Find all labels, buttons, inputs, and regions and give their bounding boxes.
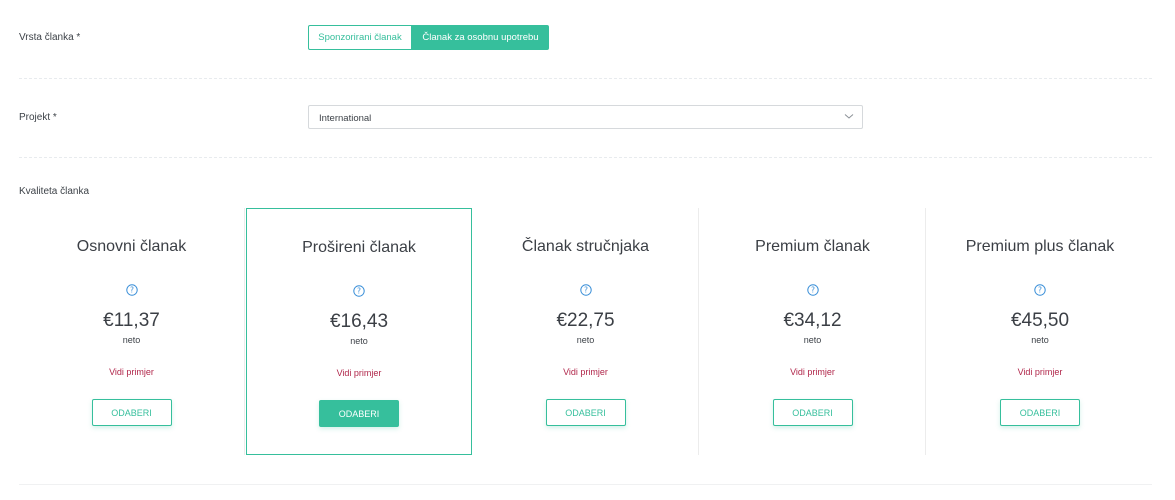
project-label: Projekt *	[19, 112, 57, 123]
help-icon[interactable]: ?	[1034, 284, 1046, 296]
divider	[19, 78, 1152, 79]
article-type-label: Vrsta članka *	[19, 32, 81, 43]
card-title: Premium plus članak	[965, 238, 1115, 255]
select-button[interactable]: ODABERI	[319, 400, 399, 427]
select-button[interactable]: ODABERI	[772, 399, 853, 426]
card-title: Članak stručnjaka	[521, 238, 650, 255]
card-net-label: neto	[803, 335, 822, 345]
svg-text:?: ?	[1038, 286, 1042, 295]
help-icon[interactable]: ?	[806, 284, 819, 296]
chevron-down-icon	[844, 114, 854, 119]
sponsored-article-option[interactable]: Sponzorirani članak	[308, 25, 412, 50]
svg-text:?: ?	[357, 287, 361, 296]
quality-card-basic[interactable]: Osnovni članak ? €11,37 neto Vidi primje…	[19, 208, 245, 455]
article-type-toggle: Sponzorirani članak Članak za osobnu upo…	[308, 25, 549, 50]
card-price: €45,50	[1010, 310, 1070, 331]
card-price: €34,12	[783, 310, 842, 331]
help-icon[interactable]: ?	[125, 284, 138, 296]
svg-text:?: ?	[811, 286, 815, 295]
see-example-link[interactable]: Vidi primjer	[247, 368, 471, 378]
see-example-link[interactable]: Vidi primjer	[927, 367, 1153, 377]
card-price: €11,37	[103, 310, 160, 331]
card-title: Prošireni članak	[302, 239, 416, 256]
select-button[interactable]: ODABERI	[545, 399, 626, 426]
project-select-value: International	[319, 113, 372, 124]
card-net-label: neto	[122, 335, 141, 345]
quality-card-extended[interactable]: Prošireni članak ? €16,43 neto Vidi prim…	[246, 208, 472, 455]
card-price: €16,43	[329, 311, 389, 332]
help-icon[interactable]: ?	[579, 284, 592, 296]
card-net-label: neto	[1031, 335, 1049, 345]
card-price: €22,75	[556, 310, 615, 331]
svg-text:?: ?	[130, 286, 134, 295]
card-title: Osnovni članak	[76, 238, 187, 255]
personal-use-article-option[interactable]: Članak za osobnu upotrebu	[412, 25, 549, 50]
card-net-label: neto	[350, 336, 368, 346]
quality-card-expert[interactable]: Članak stručnjaka ? €22,75 neto Vidi pri…	[473, 208, 699, 455]
select-button[interactable]: ODABERI	[91, 399, 172, 426]
see-example-link[interactable]: Vidi primjer	[473, 367, 698, 377]
project-select[interactable]: International	[308, 105, 863, 129]
svg-text:?: ?	[584, 286, 588, 295]
card-title: Premium članak	[755, 238, 870, 255]
see-example-link[interactable]: Vidi primjer	[700, 367, 925, 377]
quality-cards: Osnovni članak ? €11,37 neto Vidi primje…	[19, 208, 1152, 455]
select-button[interactable]: ODABERI	[1000, 399, 1080, 426]
help-icon[interactable]: ?	[353, 285, 365, 297]
divider	[19, 157, 1152, 158]
quality-card-premium[interactable]: Premium članak ? €34,12 neto Vidi primje…	[700, 208, 926, 455]
quality-card-premium-plus[interactable]: Premium plus članak ? €45,50 neto Vidi p…	[927, 208, 1153, 455]
card-net-label: neto	[576, 335, 595, 345]
article-quality-label: Kvaliteta članka	[19, 186, 90, 197]
see-example-link[interactable]: Vidi primjer	[19, 367, 244, 377]
divider	[19, 484, 1152, 485]
